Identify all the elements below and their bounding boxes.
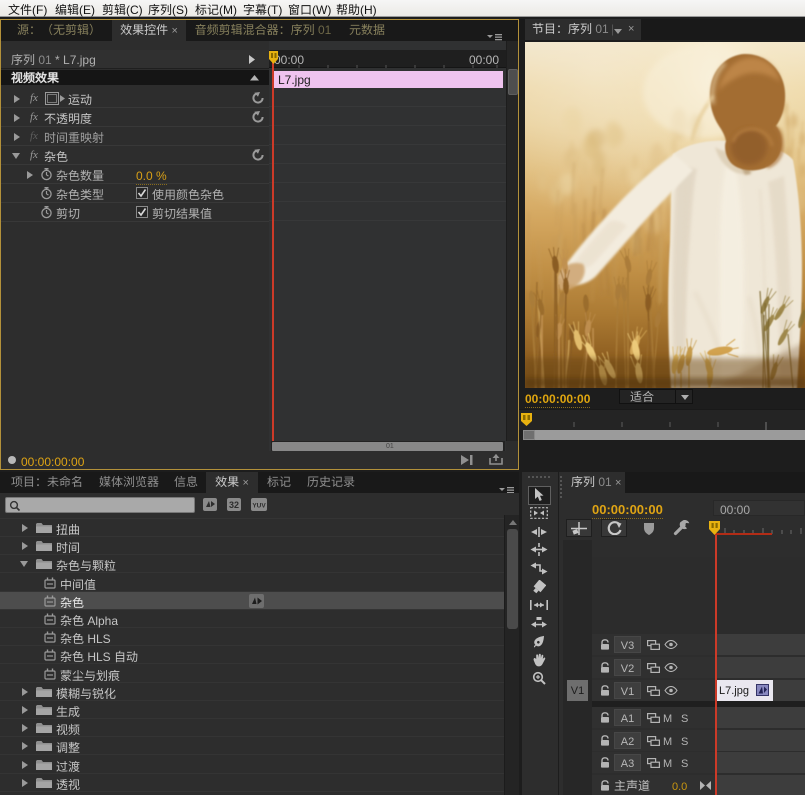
svg-text:YUV: YUV: [252, 503, 266, 510]
svg-text:32: 32: [229, 500, 239, 510]
